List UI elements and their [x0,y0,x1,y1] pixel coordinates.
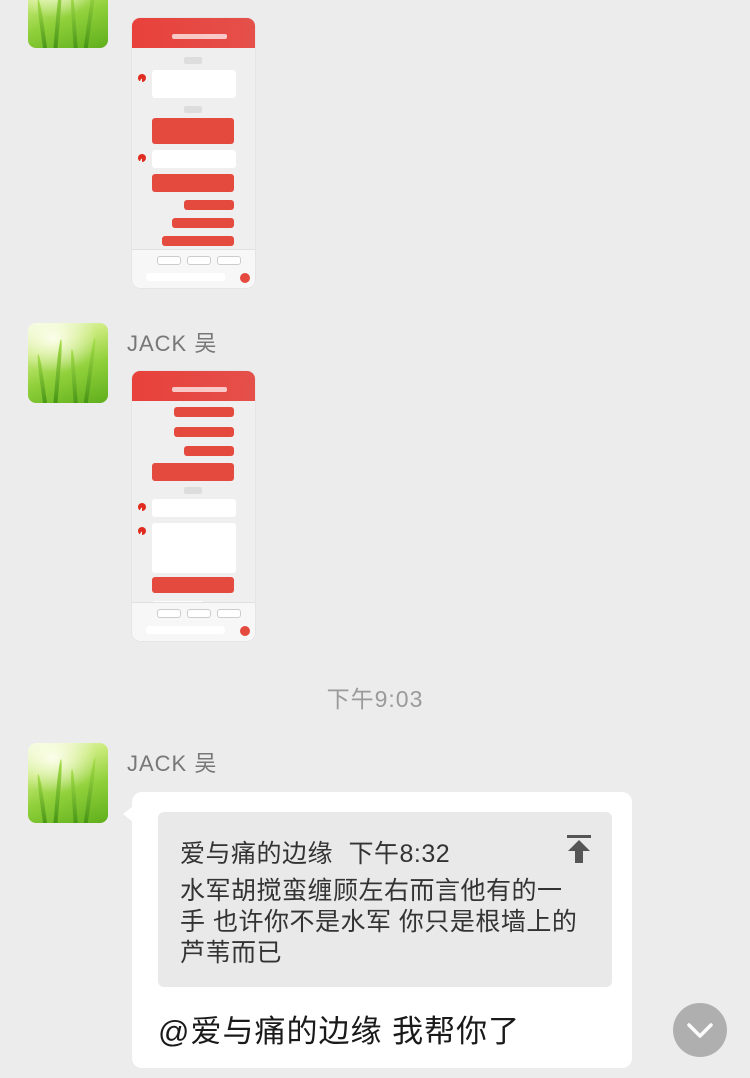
pin-to-top-icon[interactable] [566,834,592,864]
timestamp: 下午9:03 [326,686,424,712]
message-bubble[interactable]: 爱与痛的边缘 下午8:32 水军胡搅蛮缠顾左右而言他有的一手 也许你不是水军 你… [123,792,632,1068]
quote-author: 爱与痛的边缘 [180,840,334,868]
message-text: @爱与痛的边缘 我帮你了 [158,1014,521,1049]
image-message[interactable] [132,371,255,641]
sender-name: JACK 吴 [127,751,218,776]
chevron-down-icon [687,1023,713,1038]
avatar[interactable] [28,743,108,823]
quote-text: 水军胡搅蛮缠顾左右而言他有的一手 也许你不是水军 你只是根墙上的芦苇而已 [180,877,578,967]
quote-time: 下午8:32 [348,840,451,868]
quote-header: 爱与痛的边缘 下午8:32 [180,834,450,870]
quoted-message[interactable]: 爱与痛的边缘 下午8:32 水军胡搅蛮缠顾左右而言他有的一手 也许你不是水军 你… [158,812,612,987]
sender-name: JACK 吴 [127,331,218,356]
image-message[interactable] [132,18,255,288]
avatar[interactable] [28,323,108,403]
scroll-to-bottom-button[interactable] [673,1003,727,1057]
avatar[interactable] [28,0,108,48]
